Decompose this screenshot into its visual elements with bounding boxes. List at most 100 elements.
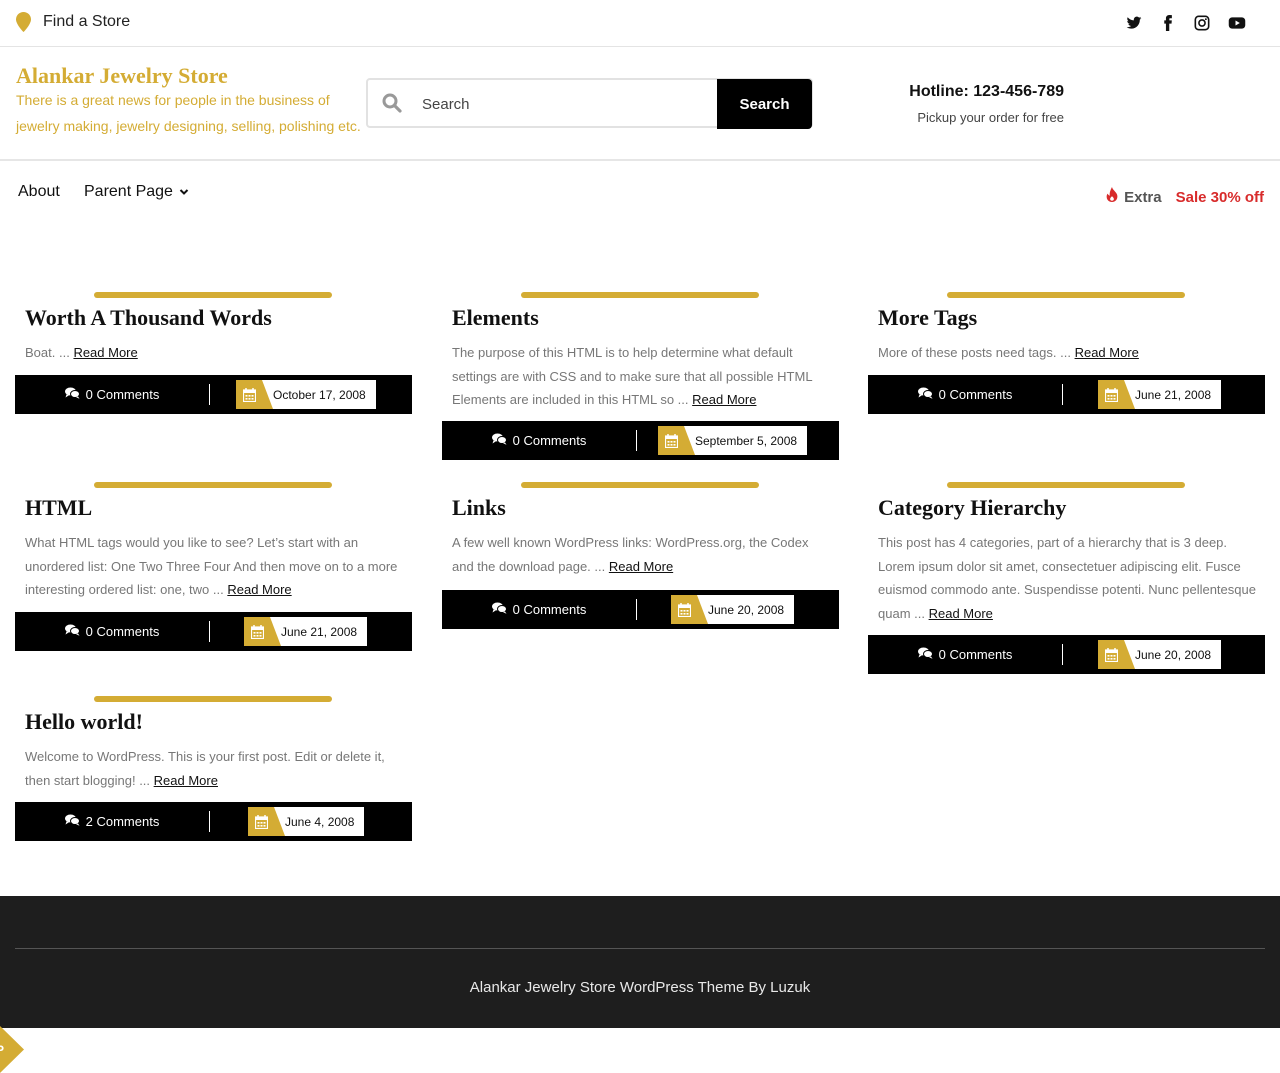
post-date-text: June 21, 2008 [281,624,358,639]
footer-credit[interactable]: Alankar Jewelry Store WordPress Theme By… [0,979,1280,996]
search-icon [382,93,402,118]
accent-bar [521,292,759,298]
comments-icon [917,647,933,662]
site-header: Alankar Jewelry Store There is a great n… [0,47,1280,161]
post-meta: 0 Comments September 5, 2008 [442,421,839,460]
scroll-top-button[interactable]: P [0,1026,24,1073]
read-more-link[interactable]: Read More [929,606,993,621]
meta-divider [209,384,210,405]
comments-link[interactable]: 2 Comments [15,802,209,841]
chevron-down-icon [179,183,189,201]
calendar-icon [1098,640,1135,669]
accent-bar [947,292,1185,298]
accent-bar [94,696,332,702]
comments-count: 0 Comments [938,387,1013,402]
comments-link[interactable]: 0 Comments [442,421,636,460]
comments-count: 0 Comments [512,602,587,617]
comments-link[interactable]: 0 Comments [868,635,1062,674]
comments-count: 0 Comments [512,433,587,448]
calendar-icon [671,595,708,624]
excerpt-text: What HTML tags would you like to see? Le… [25,535,398,597]
promo-extra: Extra [1124,188,1162,206]
meta-divider [209,621,210,642]
read-more-link[interactable]: Read More [609,559,673,574]
excerpt-text: Boat. ... [25,345,70,360]
scroll-top-label: P [0,1043,4,1057]
nav-item-parent-page[interactable]: Parent Page [84,183,189,201]
accent-bar [94,482,332,488]
post-date[interactable]: June 20, 2008 [1098,640,1222,669]
accent-bar [521,482,759,488]
site-tagline: There is a great news for people in the … [16,92,361,134]
excerpt-text: More of these posts need tags. ... [878,345,1071,360]
post-meta: 0 Comments June 21, 2008 [15,612,412,651]
accent-bar [94,292,332,298]
nav-item-about[interactable]: About [18,183,60,201]
post-date[interactable]: June 4, 2008 [248,807,365,836]
site-title[interactable]: Alankar Jewelry Store [16,63,228,89]
twitter-icon[interactable] [1126,14,1142,32]
post-excerpt: This post has 4 categories, part of a hi… [878,531,1258,625]
post-title[interactable]: Category Hierarchy [878,495,1066,521]
map-pin-icon [16,12,31,32]
post-title[interactable]: Links [452,495,506,521]
post-excerpt: The purpose of this HTML is to help dete… [452,341,832,412]
footer-divider [15,948,1265,949]
comments-icon [64,387,80,402]
find-store-link[interactable]: Find a Store [16,12,130,32]
post-date-text: September 5, 2008 [695,433,798,448]
read-more-link[interactable]: Read More [692,392,756,407]
facebook-icon[interactable] [1160,14,1176,32]
instagram-icon[interactable] [1194,14,1210,32]
meta-divider [1062,384,1063,405]
main-nav: About Parent Page Extra Sale 30% off [0,161,1280,223]
post-meta: 0 Comments October 17, 2008 [15,375,412,414]
read-more-link[interactable]: Read More [73,345,137,360]
comments-icon [917,387,933,402]
post-date-text: June 21, 2008 [1135,387,1212,402]
post-title[interactable]: Hello world! [25,709,143,735]
post-title[interactable]: Elements [452,305,539,331]
meta-divider [209,811,210,832]
hotline: Hotline: 123-456-789 [909,83,1064,100]
post-title[interactable]: HTML [25,495,92,521]
calendar-icon [248,807,285,836]
post-meta: 0 Comments June 21, 2008 [868,375,1265,414]
calendar-icon [658,426,695,455]
comments-link[interactable]: 0 Comments [15,375,209,414]
promo-banner: Extra Sale 30% off [1106,187,1264,207]
read-more-link[interactable]: Read More [154,773,218,788]
youtube-icon[interactable] [1228,14,1246,32]
post-date-text: October 17, 2008 [273,387,366,402]
read-more-link[interactable]: Read More [1075,345,1139,360]
comments-count: 0 Comments [938,647,1013,662]
post-date[interactable]: October 17, 2008 [236,380,376,409]
comments-link[interactable]: 0 Comments [15,612,209,651]
search-button[interactable]: Search [717,79,812,129]
post-date[interactable]: June 20, 2008 [671,595,795,624]
post-excerpt: What HTML tags would you like to see? Le… [25,531,405,602]
promo-sale: Sale 30% off [1175,188,1264,206]
comments-link[interactable]: 0 Comments [442,590,636,629]
comments-count: 0 Comments [85,624,160,639]
calendar-icon [1098,380,1135,409]
comments-icon [64,624,80,639]
pickup-note: Pickup your order for free [917,110,1064,125]
read-more-link[interactable]: Read More [227,582,291,597]
search-form: Search [366,78,813,129]
post-title[interactable]: Worth A Thousand Words [25,305,272,331]
post-date-text: June 20, 2008 [708,602,785,617]
post-meta: 2 Comments June 4, 2008 [15,802,412,841]
fire-icon [1106,187,1118,207]
excerpt-text: The purpose of this HTML is to help dete… [452,345,813,407]
social-links [1126,14,1246,32]
post-title[interactable]: More Tags [878,305,977,331]
post-excerpt: More of these posts need tags. ... Read … [878,341,1258,365]
calendar-icon [236,380,273,409]
post-date-text: June 20, 2008 [1135,647,1212,662]
post-date[interactable]: June 21, 2008 [244,617,368,646]
post-date[interactable]: September 5, 2008 [658,426,808,455]
post-date[interactable]: June 21, 2008 [1098,380,1222,409]
comments-link[interactable]: 0 Comments [868,375,1062,414]
search-input[interactable] [422,92,712,116]
